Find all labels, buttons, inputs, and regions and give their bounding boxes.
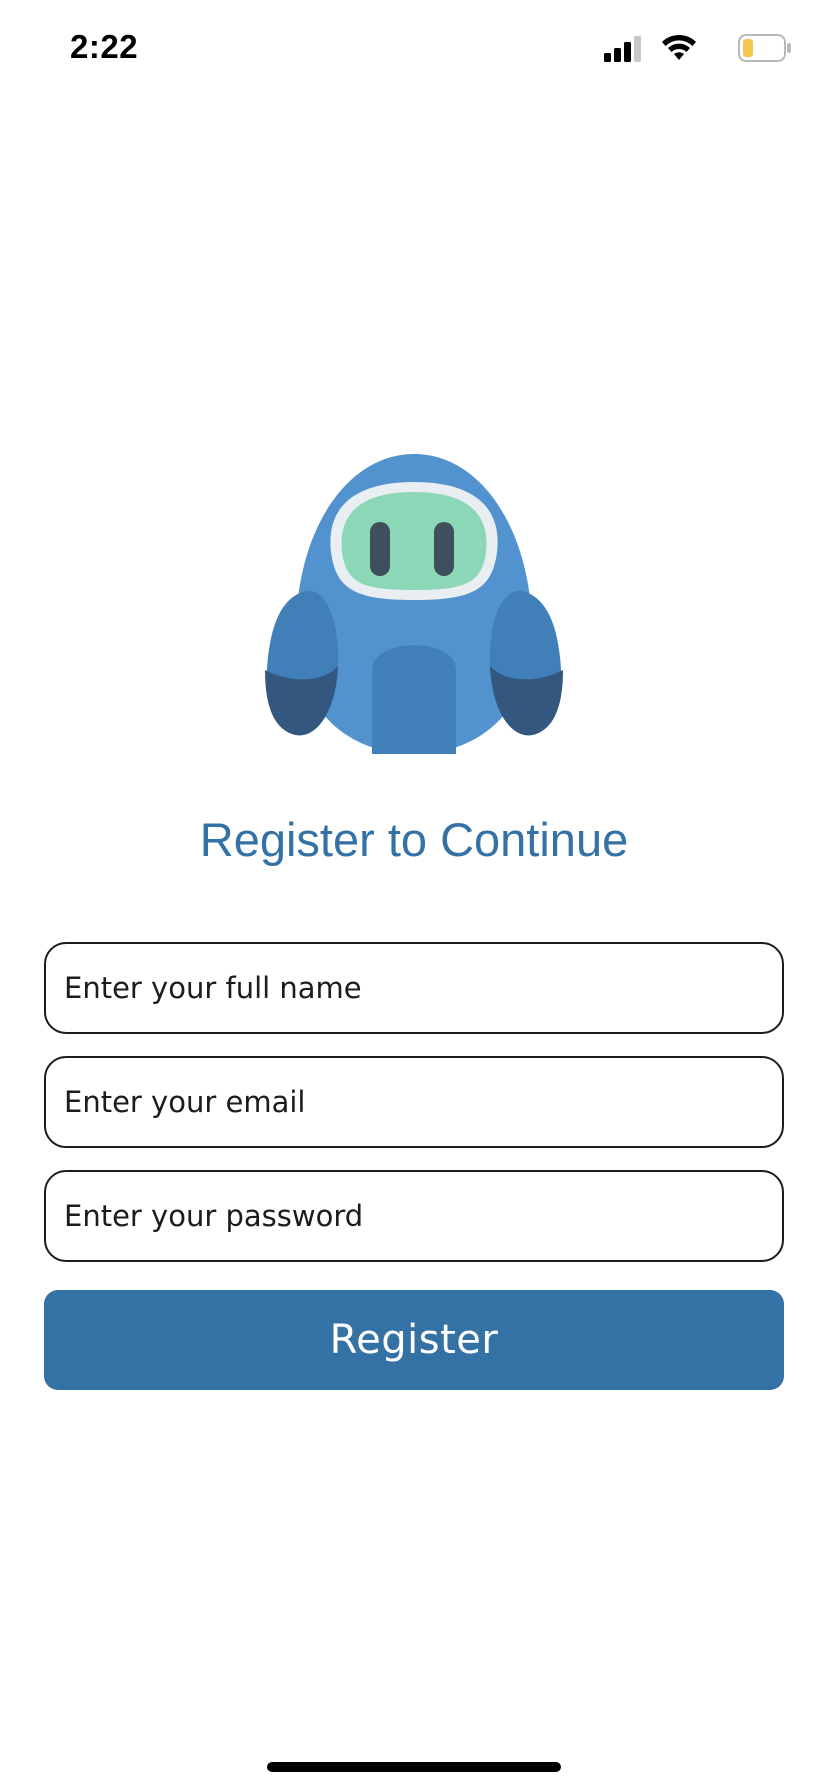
battery-low-icon (738, 34, 791, 62)
register-button[interactable]: Register (44, 1290, 784, 1390)
page-title: Register to Continue (199, 813, 629, 866)
password-input[interactable] (44, 1170, 784, 1262)
robot-mascot-logo (265, 454, 563, 754)
email-input[interactable] (44, 1056, 784, 1148)
status-time: 2:22 (70, 28, 139, 65)
cellular-signal-icon (604, 36, 641, 62)
status-bar: 2:22 (0, 0, 828, 100)
full-name-input[interactable] (44, 942, 784, 1034)
home-indicator (267, 1762, 561, 1772)
wifi-icon (662, 34, 696, 60)
